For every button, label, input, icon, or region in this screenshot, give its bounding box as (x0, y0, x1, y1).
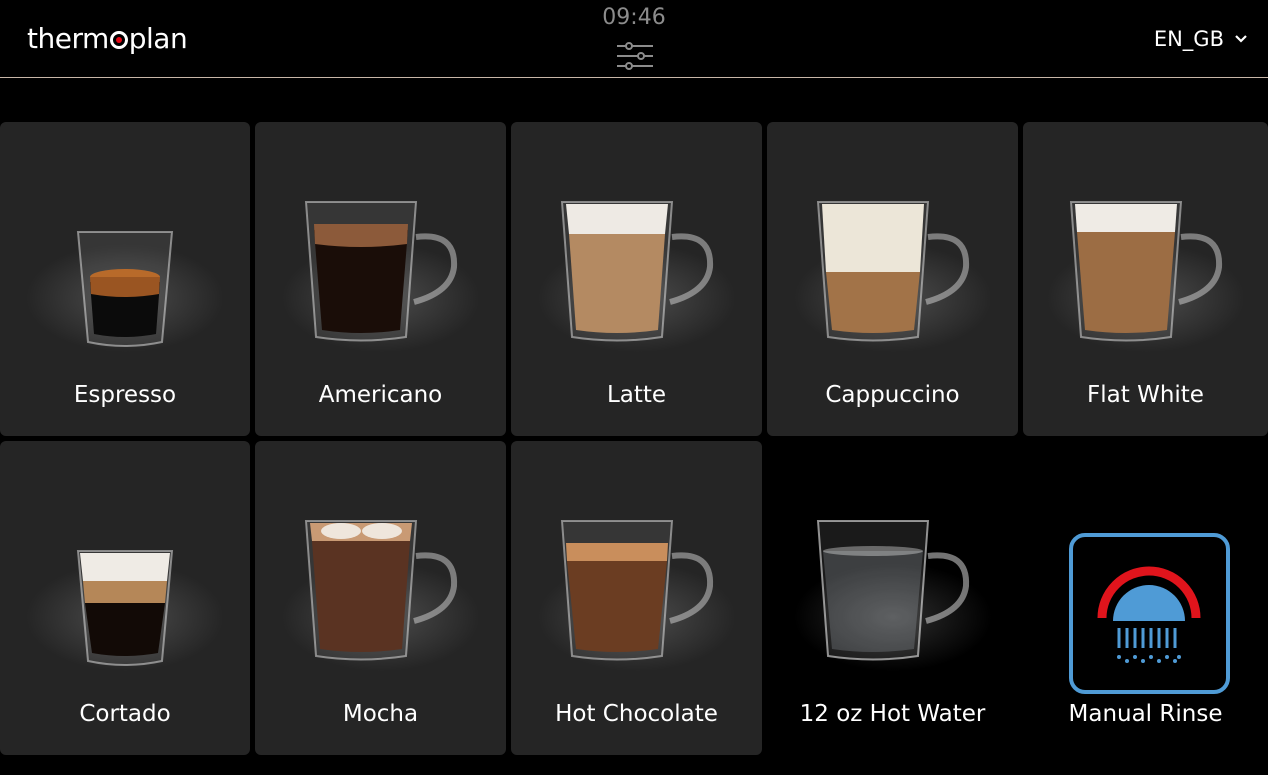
hot-water-mug-icon (816, 520, 969, 661)
product-cortado[interactable]: Cortado (0, 441, 250, 755)
product-label: 12 oz Hot Water (799, 701, 986, 727)
product-label: Manual Rinse (1068, 701, 1223, 727)
rinse-icon (1069, 533, 1230, 694)
product-americano[interactable]: Americano (255, 122, 506, 436)
cortado-cup-icon (76, 550, 174, 666)
product-label: Americano (318, 382, 443, 408)
cappuccino-mug-icon (816, 201, 969, 342)
top-bar: therm plan 09:46 EN_GB (0, 0, 1268, 78)
product-label: Hot Chocolate (555, 701, 718, 727)
product-hot-water[interactable]: 12 oz Hot Water (767, 441, 1018, 755)
flat-white-mug-icon (1069, 201, 1222, 342)
manual-rinse-button[interactable]: Manual Rinse (1023, 441, 1268, 755)
latte-mug-icon (560, 201, 713, 342)
product-label: Flat White (1087, 382, 1204, 408)
product-label: Mocha (342, 701, 419, 727)
espresso-cup-icon (76, 231, 174, 347)
clock: 09:46 (602, 5, 666, 30)
language-selector[interactable]: EN_GB (1154, 27, 1248, 51)
product-mocha[interactable]: Mocha (255, 441, 506, 755)
language-value: EN_GB (1153, 27, 1224, 51)
settings-sliders-icon[interactable] (615, 40, 655, 72)
product-label: Latte (606, 382, 667, 408)
header-divider (0, 77, 1268, 78)
product-label: Espresso (73, 382, 177, 408)
americano-mug-icon (304, 201, 457, 342)
chevron-down-icon (1235, 35, 1247, 43)
product-label: Cortado (79, 701, 171, 727)
product-flat-white[interactable]: Flat White (1023, 122, 1268, 436)
product-label: Cappuccino (825, 382, 960, 408)
product-hot-chocolate[interactable]: Hot Chocolate (511, 441, 762, 755)
mocha-mug-icon (304, 520, 457, 661)
hot-chocolate-mug-icon (560, 520, 713, 661)
product-cappuccino[interactable]: Cappuccino (767, 122, 1018, 436)
product-latte[interactable]: Latte (511, 122, 762, 436)
product-espresso[interactable]: Espresso (0, 122, 250, 436)
